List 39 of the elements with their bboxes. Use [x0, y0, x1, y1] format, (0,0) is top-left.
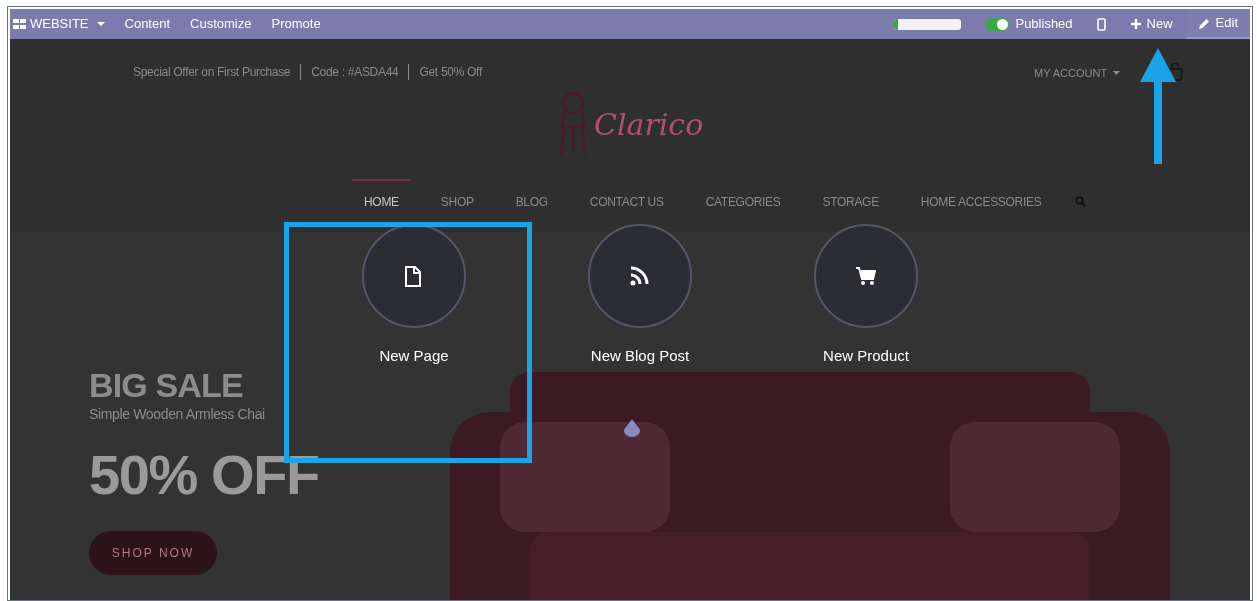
option-label: New Page — [379, 346, 449, 366]
nav-link[interactable]: HOME ACCESSORIES — [908, 179, 1054, 223]
drop-icon — [622, 419, 642, 437]
chair-icon — [558, 91, 588, 157]
caret-icon — [1113, 71, 1121, 76]
plus-icon — [1130, 19, 1141, 29]
toggle-label: Published — [1015, 15, 1073, 34]
logo-text: Clarico — [594, 105, 704, 144]
nav-link[interactable]: CATEGORIES — [693, 179, 793, 223]
search-icon — [1075, 195, 1087, 207]
option-label: New Blog Post — [590, 346, 690, 366]
shop-now-button[interactable]: SHOP NOW — [89, 531, 217, 575]
account-menu[interactable]: MY ACCOUNT — [1034, 65, 1121, 82]
option-label: New Product — [823, 346, 909, 366]
hero-title: BIG SALE — [89, 368, 244, 402]
caret-icon — [96, 21, 105, 27]
nav-link[interactable]: BLOG — [503, 179, 560, 223]
nav-link[interactable]: SHOP — [428, 179, 486, 223]
pencil-icon — [1198, 17, 1210, 29]
menu-item[interactable]: Customize — [190, 14, 252, 34]
promo-text: Code : #ASDA44 — [311, 64, 399, 81]
arrow-icon — [1140, 48, 1176, 164]
toggle-switch[interactable] — [985, 17, 1010, 31]
menu-item[interactable]: Promote — [271, 14, 321, 34]
nav-link[interactable]: STORAGE — [810, 179, 891, 223]
rss-icon — [630, 265, 650, 287]
document-icon — [404, 265, 424, 287]
menu-item[interactable]: WEBSITE — [13, 14, 105, 34]
promo-text: Get 50% Off — [419, 64, 482, 81]
mobile-icon — [1096, 17, 1106, 31]
mobile-preview-button[interactable] — [1096, 17, 1106, 31]
cart-icon — [856, 265, 876, 287]
menu-item[interactable]: Content — [124, 14, 171, 34]
promo-text: Special Offer on First Purchase — [133, 64, 291, 81]
apps-icon — [13, 19, 26, 29]
nav-link[interactable]: HOME — [352, 179, 411, 223]
nav-link[interactable]: CONTACT US — [577, 179, 676, 223]
hero-subtitle: Simple Wooden Armless Chai — [89, 405, 266, 424]
new-button[interactable]: New — [1130, 14, 1173, 34]
